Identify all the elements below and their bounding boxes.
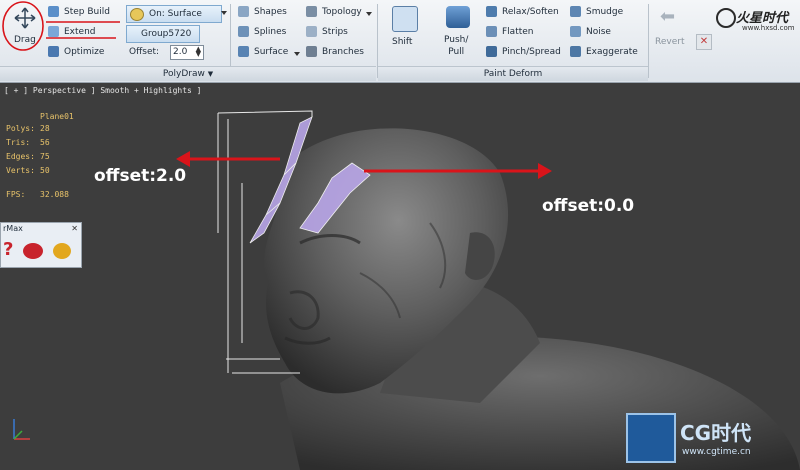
stat-fps-label: FPS:: [6, 190, 26, 199]
spinner-arrows-icon: ▲ ▼: [195, 45, 201, 58]
pinch-icon: [486, 46, 497, 57]
extend-button[interactable]: Extend: [64, 26, 96, 38]
close-icon[interactable]: ✕: [71, 224, 78, 233]
chevron-down-icon[interactable]: [294, 52, 300, 56]
flatten-icon: [486, 26, 497, 37]
topology-icon: [306, 6, 317, 17]
splines-button[interactable]: Splines: [254, 26, 286, 38]
teapot-gold-icon[interactable]: [53, 243, 71, 259]
splines-icon: [238, 26, 249, 37]
group-value: Group5720: [141, 29, 192, 39]
axis-tripod-icon: [13, 419, 30, 440]
revert-button[interactable]: ⬅ Revert: [652, 4, 690, 48]
chevron-down-icon[interactable]: [221, 11, 227, 15]
drag-label: Drag: [14, 35, 36, 45]
offset-spinner[interactable]: 2.0 ▲ ▼: [170, 45, 204, 60]
shapes-button[interactable]: Shapes: [254, 6, 287, 18]
stat-fps-value: 32.088: [40, 190, 69, 199]
undo-arrow-icon: ⬅: [660, 6, 676, 27]
callout-offset-left: offset:2.0: [94, 166, 187, 186]
on-surface-dropdown[interactable]: On: Surface: [126, 5, 222, 23]
paint-deform-title: Paint Deform: [483, 69, 543, 79]
stat-tris-value: 56: [40, 138, 50, 147]
logo-swirl-icon: [716, 8, 736, 28]
optimize-button[interactable]: Optimize: [64, 46, 104, 58]
smudge-icon: [570, 6, 581, 17]
chevron-down-icon: ▼: [207, 70, 214, 78]
flatten-button[interactable]: Flatten: [502, 26, 534, 38]
move-arrows-icon: [14, 7, 36, 29]
strips-icon: [306, 26, 317, 37]
optimize-icon: [48, 46, 59, 57]
surface-icon: [238, 46, 249, 57]
revert-label: Revert: [655, 37, 685, 47]
divider: [648, 4, 649, 78]
close-icon[interactable]: ✕: [696, 34, 712, 50]
step-build-icon: [48, 6, 59, 17]
callout-offset-right: offset:0.0: [542, 196, 635, 216]
exaggerate-icon: [570, 46, 581, 57]
exaggerate-button[interactable]: Exaggerate: [586, 46, 638, 58]
pinch-spread-button[interactable]: Pinch/Spread: [502, 46, 561, 58]
stat-polys-label: Polys:: [6, 124, 35, 133]
shift-icon: [392, 6, 418, 32]
object-name: Plane01: [40, 112, 74, 121]
stat-tris-label: Tris:: [6, 138, 31, 147]
noise-icon: [570, 26, 581, 37]
step-build-button[interactable]: Step Build: [64, 6, 110, 18]
push-pull-button[interactable]: Push/ Pull: [440, 4, 476, 60]
group-field[interactable]: Group5720: [126, 25, 200, 43]
teapot-icon[interactable]: [23, 243, 43, 259]
stat-verts-label: Verts:: [6, 166, 35, 175]
cg-watermark: CG时代 www.cgtime.cn: [626, 413, 798, 463]
surface-button[interactable]: Surface: [254, 46, 288, 58]
branches-icon: [306, 46, 317, 57]
polydraw-group-title[interactable]: PolyDraw ▼: [0, 66, 376, 81]
push-pull-label: Push/ Pull: [444, 35, 469, 57]
perspective-viewport[interactable]: CG时代 www.cgtime.cn: [0, 83, 800, 470]
extend-icon: [48, 26, 59, 37]
on-surface-label: On: Surface: [149, 9, 202, 19]
shift-label: Shift: [392, 37, 413, 47]
mini-panel-title: rMax: [3, 224, 23, 233]
stat-edges-value: 75: [40, 152, 50, 161]
noise-button[interactable]: Noise: [586, 26, 611, 38]
stat-edges-label: Edges:: [6, 152, 35, 161]
stat-verts-value: 50: [40, 166, 50, 175]
shift-button[interactable]: Shift: [386, 4, 424, 52]
push-pull-icon: [446, 6, 470, 28]
cg-logo-icon: [626, 413, 676, 463]
viewport-scene: [13, 110, 800, 470]
smudge-button[interactable]: Smudge: [586, 6, 623, 18]
polydraw-title: PolyDraw: [162, 69, 205, 79]
paint-deform-group-title: Paint Deform: [378, 66, 648, 81]
chevron-down-icon[interactable]: [366, 12, 372, 16]
shapes-icon: [238, 6, 249, 17]
cg-watermark-text: CG时代: [680, 421, 752, 445]
viewport-label[interactable]: [ + ] Perspective ] Smooth + Highlights …: [4, 86, 201, 95]
relax-icon: [486, 6, 497, 17]
cg-watermark-url: www.cgtime.cn: [682, 447, 751, 457]
strips-button[interactable]: Strips: [322, 26, 348, 38]
mini-floating-panel[interactable]: rMax ✕ ?: [0, 222, 82, 268]
drag-tool-button[interactable]: Drag: [6, 4, 40, 50]
topology-button[interactable]: Topology: [322, 6, 362, 18]
surface-mode-icon: [130, 8, 144, 21]
hxsd-logo: 火星时代 www.hxsd.com: [716, 6, 796, 36]
offset-label: Offset:: [129, 47, 160, 57]
help-icon[interactable]: ?: [3, 239, 13, 260]
offset-value: 2.0: [173, 47, 188, 57]
logo-url: www.hxsd.com: [742, 24, 795, 32]
ribbon-toolbar: Drag Step Build Extend Optimize On: Surf…: [0, 0, 800, 83]
relax-soften-button[interactable]: Relax/Soften: [502, 6, 559, 18]
stat-polys-value: 28: [40, 124, 50, 133]
branches-button[interactable]: Branches: [322, 46, 364, 58]
